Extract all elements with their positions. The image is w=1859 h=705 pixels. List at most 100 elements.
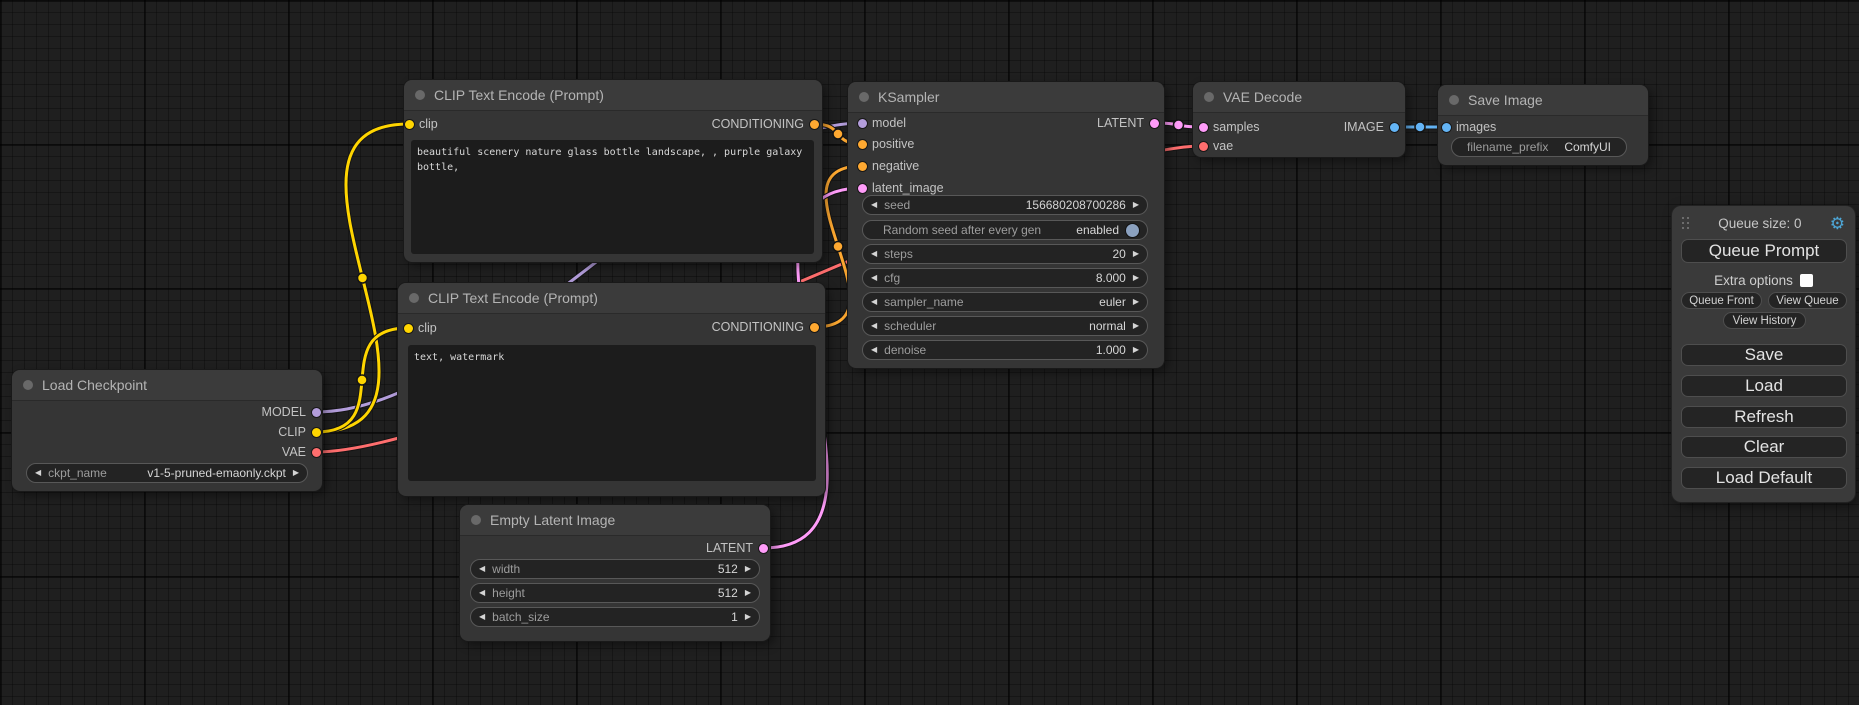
input-slot-clip-dot[interactable]	[404, 324, 413, 333]
output-slot-LATENT-dot[interactable]	[1150, 119, 1159, 128]
widget-denoise[interactable]: ◀denoise1.000▶	[862, 340, 1148, 360]
widget-value: 156680208700286	[1026, 198, 1126, 212]
node-save-image[interactable]: Save Imageimagesfilename_prefixComfyUI	[1438, 85, 1648, 165]
widget-decrement-arrow[interactable]: ◀	[871, 274, 877, 282]
node-clip-text-encode-positive[interactable]: CLIP Text Encode (Prompt)clipCONDITIONIN…	[404, 80, 822, 262]
prompt-textarea[interactable]: beautiful scenery nature glass bottle la…	[411, 140, 814, 254]
queue-prompt-button[interactable]: Queue Prompt	[1681, 239, 1847, 263]
input-slot-vae-dot[interactable]	[1199, 142, 1208, 151]
input-slot-vae-label: vae	[1213, 138, 1233, 154]
node-titlebar-ksampler[interactable]: KSampler	[848, 82, 1164, 113]
widget-cfg[interactable]: ◀cfg8.000▶	[862, 268, 1148, 288]
node-ksampler[interactable]: KSamplermodelpositivenegativelatent_imag…	[848, 82, 1164, 368]
widget-increment-arrow[interactable]: ▶	[745, 589, 751, 597]
node-title: CLIP Text Encode (Prompt)	[428, 290, 598, 306]
widget-decrement-arrow[interactable]: ◀	[871, 346, 877, 354]
node-titlebar-clip-text-encode-negative[interactable]: CLIP Text Encode (Prompt)	[398, 283, 825, 314]
widget-increment-arrow[interactable]: ▶	[1133, 201, 1139, 209]
widget-decrement-arrow[interactable]: ◀	[479, 565, 485, 573]
output-slot-CLIP-dot[interactable]	[312, 428, 321, 437]
collapse-dot-icon[interactable]	[23, 380, 33, 390]
node-titlebar-clip-text-encode-positive[interactable]: CLIP Text Encode (Prompt)	[404, 80, 822, 111]
node-title: CLIP Text Encode (Prompt)	[434, 87, 604, 103]
toggle-enabled-icon[interactable]	[1126, 224, 1139, 237]
widget-decrement-arrow[interactable]: ◀	[871, 201, 877, 209]
widget-increment-arrow[interactable]: ▶	[293, 469, 299, 477]
node-clip-text-encode-negative[interactable]: CLIP Text Encode (Prompt)clipCONDITIONIN…	[398, 283, 825, 496]
input-slot-model-label: model	[872, 115, 906, 131]
prompt-textarea[interactable]: text, watermark	[408, 345, 816, 481]
widget-value: 8.000	[1096, 271, 1126, 285]
widget-width[interactable]: ◀width512▶	[470, 559, 760, 579]
input-slot-latent_image-label: latent_image	[872, 180, 944, 196]
widget-decrement-arrow[interactable]: ◀	[35, 469, 41, 477]
widget-batch_size[interactable]: ◀batch_size1▶	[470, 607, 760, 627]
widget-increment-arrow[interactable]: ▶	[1133, 298, 1139, 306]
view-history-button[interactable]: View History	[1723, 312, 1806, 329]
input-slot-negative-dot[interactable]	[858, 162, 867, 171]
node-titlebar-vae-decode[interactable]: VAE Decode	[1193, 82, 1405, 113]
widget-decrement-arrow[interactable]: ◀	[871, 322, 877, 330]
queue-panel: Queue size: 0 ⚙ Queue Prompt Extra optio…	[1672, 206, 1855, 502]
extra-options-checkbox[interactable]	[1800, 274, 1813, 287]
node-titlebar-load-checkpoint[interactable]: Load Checkpoint	[12, 370, 322, 401]
input-slot-latent_image-dot[interactable]	[858, 184, 867, 193]
widget-increment-arrow[interactable]: ▶	[1133, 274, 1139, 282]
input-slot-model-dot[interactable]	[858, 119, 867, 128]
output-slot-VAE-dot[interactable]	[312, 448, 321, 457]
widget-ckpt_name[interactable]: ◀ckpt_namev1-5-pruned-emaonly.ckpt▶	[26, 463, 308, 483]
widget-scheduler[interactable]: ◀schedulernormal▶	[862, 316, 1148, 336]
output-slot-MODEL-dot[interactable]	[312, 408, 321, 417]
node-title: KSampler	[878, 89, 939, 105]
gear-icon[interactable]: ⚙	[1830, 215, 1845, 232]
widget-label: height	[492, 586, 525, 600]
widget-increment-arrow[interactable]: ▶	[1133, 250, 1139, 258]
output-slot-CONDITIONING-dot[interactable]	[810, 323, 819, 332]
node-titlebar-empty-latent-image[interactable]: Empty Latent Image	[460, 505, 770, 536]
widget-increment-arrow[interactable]: ▶	[745, 565, 751, 573]
load-button[interactable]: Load	[1681, 375, 1847, 397]
widget-decrement-arrow[interactable]: ◀	[871, 250, 877, 258]
queue-front-button[interactable]: Queue Front	[1681, 292, 1762, 309]
widget-decrement-arrow[interactable]: ◀	[871, 298, 877, 306]
collapse-dot-icon[interactable]	[471, 515, 481, 525]
input-slot-clip-dot[interactable]	[405, 120, 414, 129]
node-titlebar-save-image[interactable]: Save Image	[1438, 85, 1648, 116]
widget-height[interactable]: ◀ height 512 ▶	[470, 583, 760, 603]
comfyui-canvas[interactable]: { "app_title": "ComfyUI workflow graph",…	[0, 0, 1859, 705]
output-slot-IMAGE-dot[interactable]	[1390, 123, 1399, 132]
output-slot-CLIP-label: CLIP	[278, 424, 306, 440]
collapse-dot-icon[interactable]	[1204, 92, 1214, 102]
refresh-button[interactable]: Refresh	[1681, 406, 1847, 428]
input-slot-samples-dot[interactable]	[1199, 123, 1208, 132]
node-vae-decode[interactable]: VAE DecodesamplesvaeIMAGE	[1193, 82, 1405, 157]
collapse-dot-icon[interactable]	[1449, 95, 1459, 105]
widget-filename_prefix[interactable]: filename_prefixComfyUI	[1451, 137, 1627, 157]
widget-increment-arrow[interactable]: ▶	[1133, 346, 1139, 354]
view-queue-button[interactable]: View Queue	[1768, 292, 1847, 309]
widget-decrement-arrow[interactable]: ◀	[479, 589, 485, 597]
output-slot-LATENT-dot[interactable]	[759, 544, 768, 553]
clear-button[interactable]: Clear	[1681, 436, 1847, 458]
collapse-dot-icon[interactable]	[415, 90, 425, 100]
widget-increment-arrow[interactable]: ▶	[745, 613, 751, 621]
input-slot-images-dot[interactable]	[1442, 123, 1451, 132]
widget-increment-arrow[interactable]: ▶	[1133, 322, 1139, 330]
collapse-dot-icon[interactable]	[409, 293, 419, 303]
widget-sampler_name[interactable]: ◀sampler_nameeuler▶	[862, 292, 1148, 312]
widget-seed[interactable]: ◀ seed 156680208700286 ▶	[862, 195, 1148, 215]
input-slot-positive-dot[interactable]	[858, 140, 867, 149]
node-load-checkpoint[interactable]: Load CheckpointMODELCLIPVAE◀ckpt_namev1-…	[12, 370, 322, 491]
widget-steps[interactable]: ◀steps20▶	[862, 244, 1148, 264]
widget-decrement-arrow[interactable]: ◀	[479, 613, 485, 621]
widget-control_mode[interactable]: Random seed after every genenabled	[862, 220, 1148, 240]
widget-label: seed	[884, 198, 910, 212]
node-empty-latent-image[interactable]: Empty Latent ImageLATENT◀width512▶◀heigh…	[460, 505, 770, 641]
output-slot-CONDITIONING-dot[interactable]	[810, 120, 819, 129]
widget-value: enabled	[1076, 223, 1119, 237]
widget-value: 512	[718, 586, 738, 600]
load-default-button[interactable]: Load Default	[1681, 467, 1847, 489]
drag-handle-icon[interactable]	[1682, 217, 1690, 230]
save-button[interactable]: Save	[1681, 344, 1847, 366]
collapse-dot-icon[interactable]	[859, 92, 869, 102]
